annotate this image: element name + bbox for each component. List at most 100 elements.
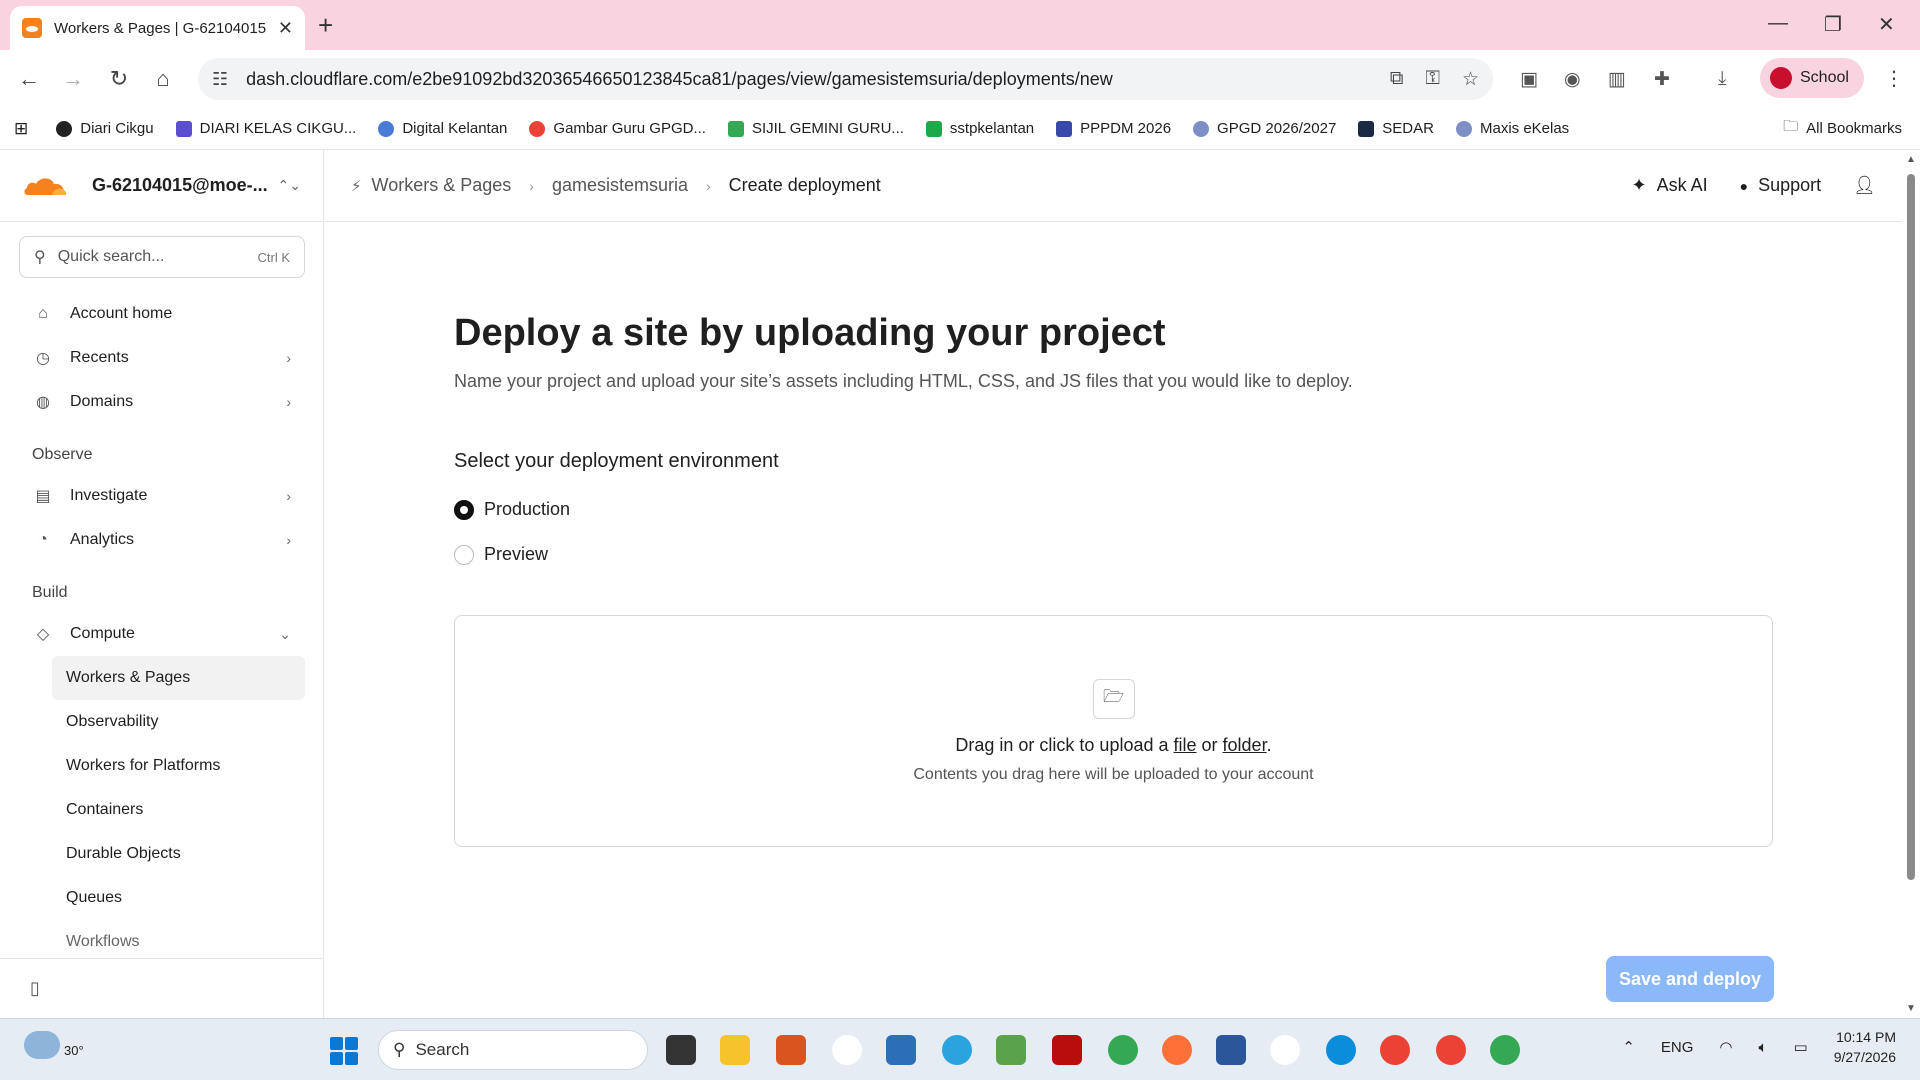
sidebar-item-account-home[interactable]: ⌂ Account home [18, 292, 305, 336]
collapse-sidebar-icon[interactable]: ▯ [30, 978, 40, 999]
firefox-icon[interactable] [1162, 1035, 1192, 1065]
breadcrumb-workers-pages[interactable]: Workers & Pages [372, 175, 512, 196]
forward-icon[interactable]: → [58, 64, 88, 94]
chevron-up-icon[interactable]: ⌃ [1622, 1038, 1635, 1056]
reload-icon[interactable]: ↻ [104, 64, 134, 94]
bookmark-item[interactable]: DIARI KELAS CIKGU... [175, 120, 356, 137]
url-text[interactable]: dash.cloudflare.com/e2be91092bd320365466… [246, 69, 1390, 90]
radio-selected-icon[interactable] [454, 499, 474, 520]
bookmark-item[interactable]: Diari Cikgu [56, 120, 154, 137]
sidebar-item-compute[interactable]: ◇ Compute ⌄ [18, 612, 305, 656]
chrome-icon[interactable] [1108, 1035, 1138, 1065]
ask-ai-button[interactable]: ✦ Ask AI [1632, 175, 1708, 196]
save-and-deploy-button[interactable]: Save and deploy [1606, 956, 1774, 1002]
volume-icon[interactable]: 🔈︎ [1759, 1039, 1768, 1056]
app-icon[interactable] [886, 1035, 916, 1065]
chrome-icon[interactable] [1490, 1035, 1520, 1065]
bookmark-star-icon[interactable]: ☆ [1462, 68, 1479, 91]
scroll-up-icon[interactable]: ▲ [1906, 154, 1916, 165]
bookmark-item[interactable]: SEDAR [1358, 120, 1434, 137]
radio-preview[interactable]: Preview [454, 544, 1773, 565]
new-tab-icon[interactable]: + [318, 10, 333, 40]
profile-button[interactable]: School [1760, 58, 1864, 98]
bookmark-item[interactable]: sstpkelantan [925, 120, 1034, 137]
password-key-icon[interactable]: ⚿ [1425, 68, 1439, 91]
google-icon[interactable] [832, 1035, 862, 1065]
telegram-icon[interactable] [942, 1035, 972, 1065]
battery-icon[interactable]: ▭ [1794, 1038, 1808, 1056]
extension-1-icon[interactable]: ▣ [1520, 68, 1538, 91]
app-icon[interactable] [776, 1035, 806, 1065]
sidebar-item-domains[interactable]: ◍ Domains › [18, 380, 305, 424]
edge-icon[interactable] [1326, 1035, 1356, 1065]
site-info-icon[interactable]: ☷ [212, 69, 228, 90]
sidebar-item-containers[interactable]: Containers [52, 788, 305, 832]
upload-dropzone[interactable]: 🗁 Drag in or click to upload a file or f… [454, 615, 1773, 847]
wifi-icon[interactable]: ◠ [1719, 1038, 1732, 1056]
bookmark-icon [727, 120, 744, 137]
upload-file-link[interactable]: file [1174, 735, 1197, 755]
breadcrumb: ⚡ Workers & Pages › gamesistemsuria › Cr… [351, 175, 1632, 196]
restore-icon[interactable]: ❐ [1824, 12, 1842, 37]
download-icon[interactable]: ⤓ [1718, 68, 1726, 90]
install-app-icon[interactable]: ⧉ [1390, 68, 1404, 91]
account-switcher[interactable]: G-62104015@moe-... ⌃⌄ [0, 150, 323, 222]
sidebar-item-queues[interactable]: Queues [52, 876, 305, 920]
sidebar-item-workers-pages[interactable]: Workers & Pages [52, 656, 305, 700]
extension-3-icon[interactable]: ▥ [1608, 68, 1626, 91]
windows-start-icon[interactable] [330, 1037, 358, 1065]
address-bar[interactable]: ☷ dash.cloudflare.com/e2be91092bd3203654… [198, 58, 1493, 100]
quick-search-input[interactable]: ⚲ Quick search... Ctrl K [19, 236, 305, 278]
all-bookmarks[interactable]: 🗀 All Bookmarks [1783, 116, 1902, 141]
radio-unselected-icon[interactable] [454, 544, 474, 565]
browser-tab[interactable]: Workers & Pages | G-62104015 ✕ [10, 6, 305, 50]
chrome-icon[interactable] [1436, 1035, 1466, 1065]
google-icon[interactable] [1270, 1035, 1300, 1065]
close-tab-icon[interactable]: ✕ [278, 18, 293, 39]
clock[interactable]: 10:14 PM 9/27/2026 [1834, 1027, 1896, 1067]
extensions-puzzle-icon[interactable]: ✚ [1654, 68, 1670, 91]
weather-widget[interactable]: 30° [24, 1031, 84, 1059]
scrollbar-thumb[interactable] [1907, 174, 1915, 880]
filezilla-icon[interactable] [1052, 1035, 1082, 1065]
search-icon: ⚲ [34, 249, 46, 266]
app-icon[interactable] [996, 1035, 1026, 1065]
file-explorer-icon[interactable] [720, 1035, 750, 1065]
sidebar-item-recents[interactable]: ◷ Recents › [18, 336, 305, 380]
sidebar-item-investigate[interactable]: ▤ Investigate › [18, 474, 305, 518]
bookmark-item[interactable]: GPGD 2026/2027 [1193, 120, 1336, 137]
upload-folder-link[interactable]: folder [1223, 735, 1267, 755]
taskbar-search[interactable]: ⚲ Search [378, 1030, 648, 1070]
sidebar-item-analytics[interactable]: ◔ Analytics › [18, 518, 305, 562]
home-icon: ⌂ [38, 305, 48, 322]
support-button[interactable]: ● Support [1740, 175, 1822, 196]
bookmark-item[interactable]: Gambar Guru GPGD... [529, 120, 706, 137]
language-indicator[interactable]: ENG [1661, 1039, 1694, 1056]
scroll-down-icon[interactable]: ▼ [1906, 1003, 1916, 1014]
sidebar-item-durable-objects[interactable]: Durable Objects [52, 832, 305, 876]
bookmark-item[interactable]: SIJIL GEMINI GURU... [727, 120, 904, 137]
sidebar-item-observability[interactable]: Observability [52, 700, 305, 744]
browser-menu-icon[interactable]: ⋮ [1884, 66, 1904, 91]
bookmark-item[interactable]: Maxis eKelas [1455, 120, 1569, 137]
word-icon[interactable] [1216, 1035, 1246, 1065]
sidebar: G-62104015@moe-... ⌃⌄ ⚲ Quick search... … [0, 150, 324, 1018]
cloudflare-logo-icon [24, 177, 67, 195]
home-button-icon[interactable]: ⌂ [148, 64, 178, 94]
minimize-icon[interactable]: — [1768, 12, 1788, 35]
radio-production[interactable]: Production [454, 499, 1773, 520]
breadcrumb-project[interactable]: gamesistemsuria [552, 175, 688, 196]
bookmark-item[interactable]: Digital Kelantan [378, 120, 507, 137]
apps-grid-icon[interactable]: ⊞ [14, 119, 28, 139]
bookmark-item[interactable]: PPPDM 2026 [1056, 120, 1171, 137]
page-scrollbar[interactable]: ▲ ▼ [1902, 150, 1920, 1018]
user-icon[interactable]: 👤︎ [1853, 175, 1876, 196]
close-window-icon[interactable]: ✕ [1878, 12, 1895, 37]
search-shortcut: Ctrl K [257, 249, 291, 265]
chrome-icon[interactable] [1380, 1035, 1410, 1065]
task-view-icon[interactable] [666, 1035, 696, 1065]
extension-2-icon[interactable]: ◉ [1564, 68, 1581, 91]
back-icon[interactable]: ← [14, 64, 44, 94]
sidebar-item-workers-for-platforms[interactable]: Workers for Platforms [52, 744, 305, 788]
account-name: G-62104015@moe-... [92, 175, 268, 195]
